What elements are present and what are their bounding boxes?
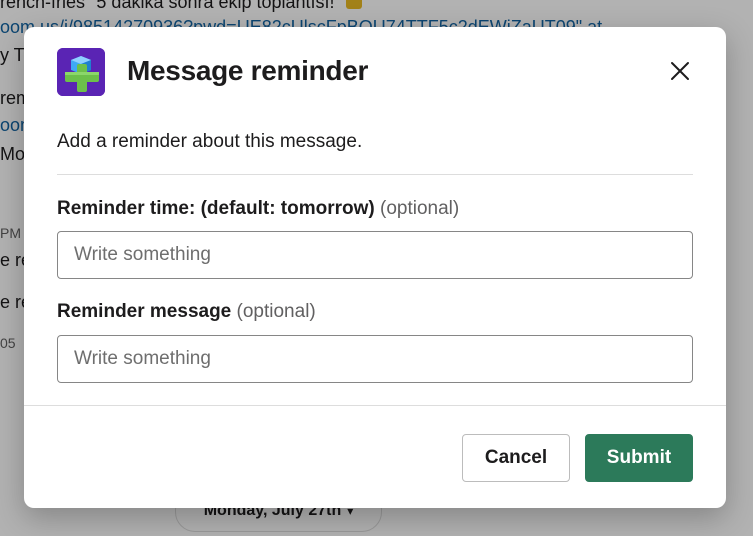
reminder-message-label-text: Reminder message — [57, 301, 232, 322]
dialog-header: Message reminder — [24, 27, 726, 119]
reminder-time-label: Reminder time: (default: tomorrow) (opti… — [57, 198, 459, 220]
message-reminder-dialog: Message reminder Add a reminder about th… — [24, 27, 726, 508]
dialog-description: Add a reminder about this message. — [57, 131, 363, 152]
footer-divider — [24, 405, 726, 406]
optional-hint: (optional) — [380, 198, 460, 219]
reminder-time-label-text: Reminder time: (default: tomorrow) — [57, 198, 375, 219]
reminder-time-input[interactable] — [57, 231, 693, 279]
reminder-message-input[interactable] — [57, 335, 693, 383]
dialog-title: Message reminder — [127, 55, 369, 86]
reminder-message-label: Reminder message (optional) — [57, 301, 316, 323]
puzzle-plus-app-icon — [57, 48, 105, 96]
divider — [57, 174, 693, 175]
cancel-button[interactable]: Cancel — [462, 434, 570, 482]
optional-hint: (optional) — [236, 301, 316, 322]
close-icon — [671, 62, 689, 80]
submit-button[interactable]: Submit — [585, 434, 693, 482]
close-button[interactable] — [664, 55, 696, 87]
